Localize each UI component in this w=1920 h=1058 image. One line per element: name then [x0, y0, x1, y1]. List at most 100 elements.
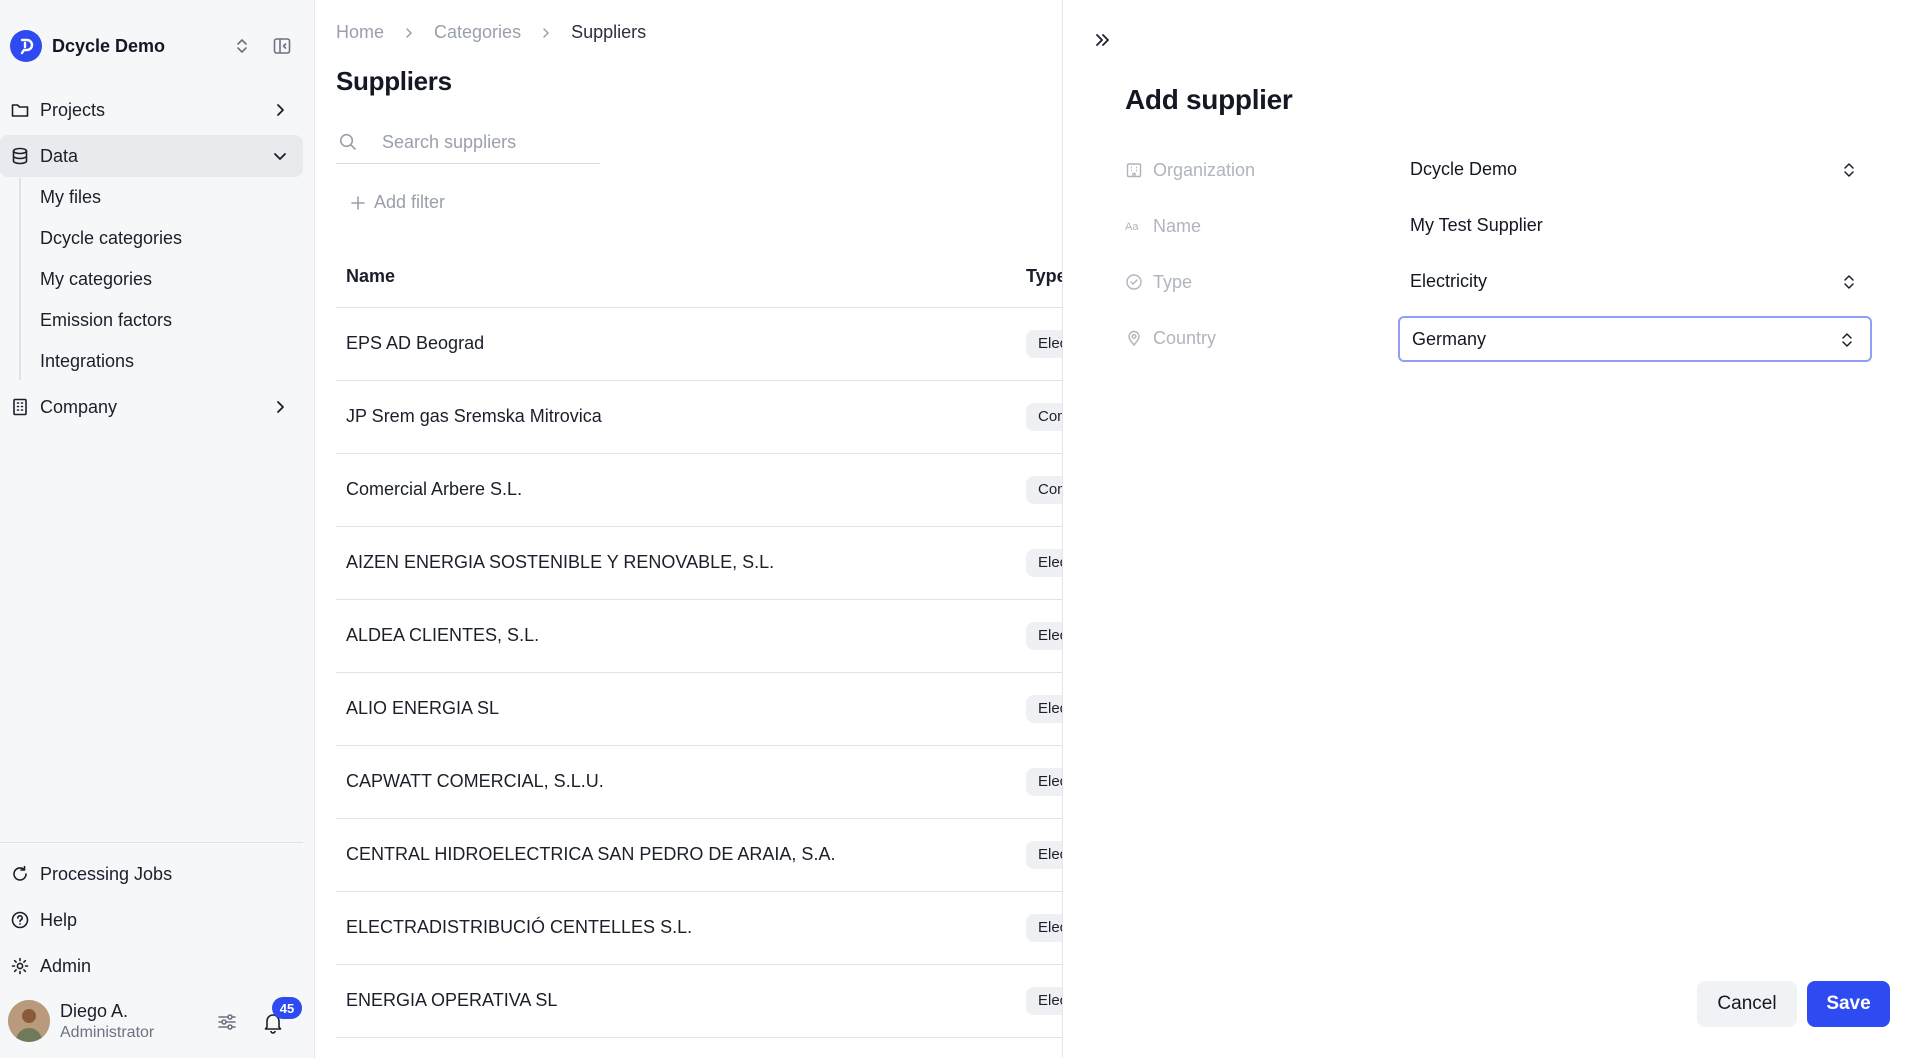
table-row[interactable]: EPS AD BeogradElectricity: [336, 308, 1115, 381]
country-select[interactable]: Germany: [1398, 316, 1872, 362]
chevron-right-icon: [543, 27, 549, 38]
sidebar-item-processing-jobs[interactable]: Processing Jobs: [0, 853, 303, 895]
field-label: Organization: [1153, 160, 1256, 180]
suppliers-table: Name Type EPS AD BeogradElectricity JP S…: [336, 258, 1131, 1038]
country-field: Country Germany: [1125, 316, 1872, 362]
sliders-icon[interactable]: [216, 1011, 238, 1033]
check-circle-icon: [1126, 274, 1142, 290]
table-row[interactable]: JP Srem gas Sremska MitrovicaCombustion: [336, 381, 1131, 454]
subnav-divider: [19, 178, 21, 380]
user-name: Diego A.: [60, 1001, 129, 1021]
sidebar-item-integrations[interactable]: Integrations: [40, 347, 134, 375]
drawer-title: Add supplier: [1125, 84, 1293, 115]
chevron-up-down-icon[interactable]: [232, 36, 252, 56]
sidebar-item-dcycle-categories[interactable]: Dcycle categories: [40, 224, 182, 252]
chevron-up-down-icon: [1844, 275, 1854, 289]
table-row[interactable]: ENERGIA OPERATIVA SLElectricity: [336, 965, 1115, 1038]
sidebar: Dcycle Demo Projects Data My files Dcycl…: [0, 0, 315, 1058]
chevron-down-icon: [274, 153, 286, 160]
table-header: Name Type: [336, 258, 1067, 308]
sidebar-item-label: Processing Jobs: [40, 863, 173, 884]
field-label: Country: [1153, 328, 1217, 348]
sidebar-item-my-categories[interactable]: My categories: [40, 265, 152, 293]
table-row[interactable]: ALIO ENERGIA SLElectricity: [336, 673, 1115, 746]
name-input[interactable]: My Test Supplier: [1398, 204, 1872, 250]
main-content: Home Categories Suppliers Suppliers Add …: [316, 0, 1131, 1058]
supplier-name: AIZEN ENERGIA SOSTENIBLE Y RENOVABLE, S.…: [346, 552, 775, 572]
building-icon: [1126, 163, 1142, 178]
chevron-right-icon: [277, 104, 284, 116]
gear-icon: [11, 957, 29, 975]
search-icon: [339, 133, 356, 150]
table-row[interactable]: CAPWATT COMERCIAL, S.L.U.Electricity: [336, 746, 1115, 819]
help-icon: [11, 911, 29, 929]
chevron-up-down-icon: [1844, 163, 1854, 177]
breadcrumb-suppliers: Suppliers: [571, 22, 647, 42]
sidebar-collapse-icon[interactable]: [272, 36, 292, 56]
column-header-name[interactable]: Name: [346, 266, 395, 287]
refresh-icon: [13, 865, 27, 881]
table-row[interactable]: ALDEA CLIENTES, S.L.Electricity: [336, 600, 1115, 673]
user-role: Administrator: [60, 1024, 155, 1041]
workspace-name: Dcycle Demo: [52, 35, 166, 56]
cancel-button[interactable]: Cancel: [1697, 981, 1797, 1027]
chevrons-right-icon[interactable]: [1093, 30, 1113, 50]
dcycle-logo: [10, 30, 42, 62]
sidebar-item-my-files[interactable]: My files: [40, 183, 101, 211]
column-header-type[interactable]: Type: [1026, 266, 1067, 287]
supplier-name: EPS AD Beograd: [346, 333, 485, 353]
supplier-name: Comercial Arbere S.L.: [346, 479, 523, 499]
supplier-name: ELECTRADISTRIBUCIÓ CENTELLES S.L.: [346, 917, 693, 937]
type-field: Type Electricity: [1125, 260, 1859, 306]
breadcrumb: Home Categories Suppliers: [336, 22, 646, 43]
sidebar-item-label: Company: [40, 396, 118, 417]
field-label: Name: [1153, 216, 1202, 236]
save-button[interactable]: Save: [1807, 981, 1890, 1027]
table-row[interactable]: CENTRAL HIDROELECTRICA SAN PEDRO DE ARAI…: [336, 819, 1115, 892]
type-select[interactable]: Electricity: [1398, 260, 1872, 306]
sidebar-item-help[interactable]: Help: [0, 899, 303, 941]
sidebar-item-emission-factors[interactable]: Emission factors: [40, 306, 172, 334]
organization-select[interactable]: Dcycle Demo: [1398, 148, 1872, 194]
search-bar: [336, 124, 600, 164]
sidebar-item-label: Help: [40, 909, 78, 930]
supplier-name: ALIO ENERGIA SL: [346, 698, 500, 718]
sidebar-item-company[interactable]: Company: [0, 386, 303, 428]
sidebar-item-projects[interactable]: Projects: [0, 89, 303, 131]
text-icon: Aa: [1125, 221, 1139, 233]
database-icon: [12, 147, 28, 165]
field-value: My Test Supplier: [1410, 215, 1543, 235]
field-label: Type: [1153, 272, 1193, 292]
supplier-name: ALDEA CLIENTES, S.L.: [346, 625, 540, 645]
svg-text:Aa: Aa: [1125, 221, 1139, 233]
page-title: Suppliers: [336, 66, 452, 96]
workspace-switcher[interactable]: Dcycle Demo: [10, 30, 302, 62]
breadcrumb-home[interactable]: Home: [336, 22, 384, 43]
user-profile[interactable]: Diego A. Administrator 45: [8, 997, 303, 1045]
chevron-right-icon: [277, 401, 284, 413]
sidebar-item-label: Admin: [40, 955, 92, 976]
table-row[interactable]: Comercial Arbere S.L.Combustion: [336, 454, 1131, 527]
chevron-right-icon: [406, 27, 412, 38]
chevron-up-down-icon: [1842, 333, 1852, 347]
sidebar-item-data[interactable]: Data: [0, 135, 303, 177]
search-input[interactable]: [382, 126, 592, 158]
sidebar-item-admin[interactable]: Admin: [0, 945, 303, 987]
breadcrumb-categories[interactable]: Categories: [434, 22, 521, 43]
folder-icon: [11, 104, 29, 117]
add-filter-button[interactable]: Add filter: [350, 192, 445, 213]
field-value: Dcycle Demo: [1410, 159, 1518, 179]
table-row[interactable]: ELECTRADISTRIBUCIÓ CENTELLES S.L.Electri…: [336, 892, 1115, 965]
building-icon: [13, 398, 27, 416]
table-row[interactable]: AIZEN ENERGIA SOSTENIBLE Y RENOVABLE, S.…: [336, 527, 1115, 600]
supplier-name: CAPWATT COMERCIAL, S.L.U.: [346, 771, 604, 791]
sidebar-item-label: Data: [40, 145, 79, 166]
supplier-name: JP Srem gas Sremska Mitrovica: [346, 406, 602, 426]
organization-field: Organization Dcycle Demo: [1125, 148, 1859, 194]
add-filter-label: Add filter: [374, 192, 446, 212]
supplier-name: CENTRAL HIDROELECTRICA SAN PEDRO DE ARAI…: [346, 844, 836, 864]
map-pin-icon: [1128, 330, 1140, 347]
avatar: [8, 1000, 50, 1042]
field-value: Germany: [1412, 329, 1487, 349]
supplier-name: ENERGIA OPERATIVA SL: [346, 990, 558, 1010]
